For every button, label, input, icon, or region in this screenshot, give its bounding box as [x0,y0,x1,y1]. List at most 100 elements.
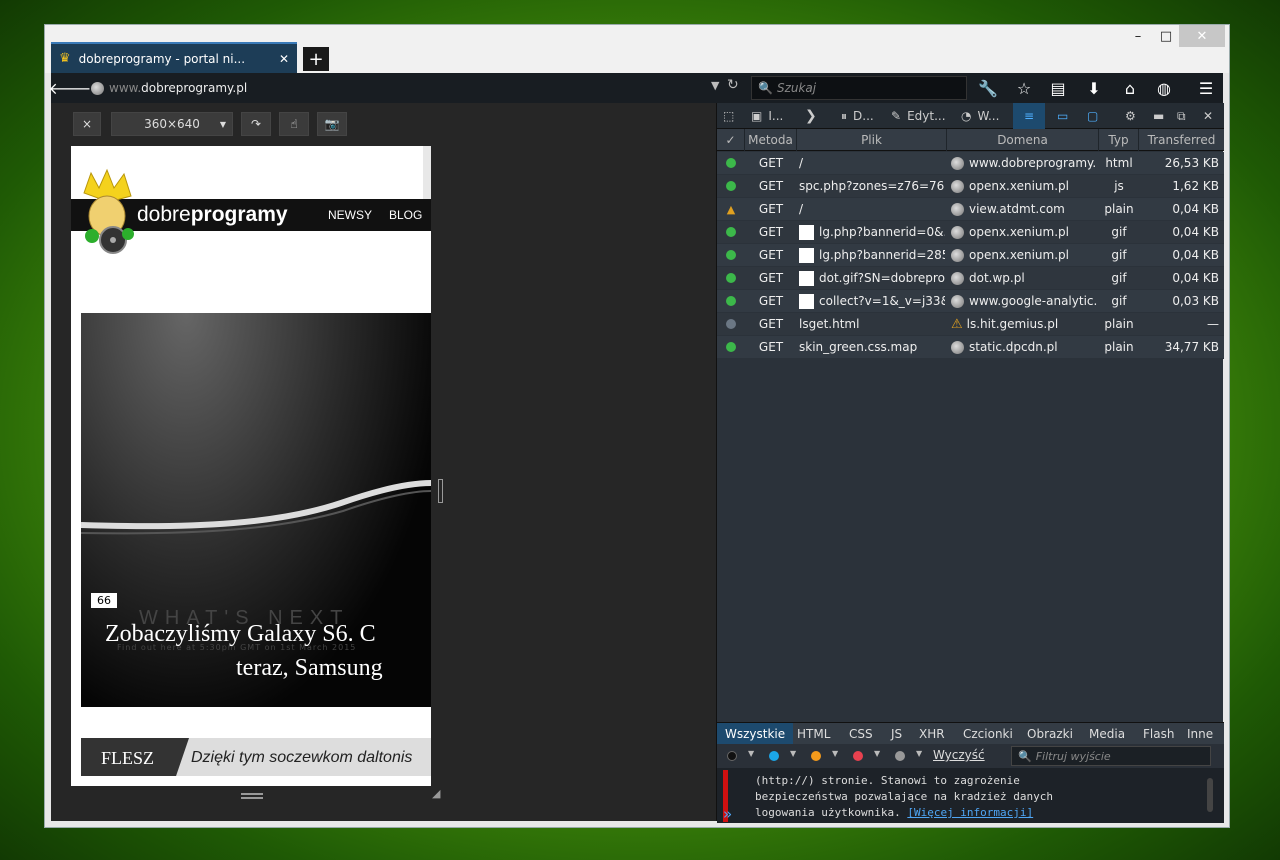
rdm-close-button[interactable]: × [73,112,101,136]
split-console-icon[interactable]: ▭ [1053,103,1072,129]
close-devtools-icon[interactable]: ✕ [1199,103,1217,129]
filter-tab-other[interactable]: Inne [1179,723,1221,745]
touch-icon[interactable]: ☝ [279,112,309,136]
col-status[interactable]: ✓ [717,129,745,151]
rotate-icon[interactable]: ↷ [241,112,271,136]
flesz-bar[interactable]: FLESZ Dzięki tym soczewkom daltonis [81,738,431,776]
filter-tab-all[interactable]: Wszystkie [717,723,794,745]
bookmark-star-icon[interactable]: ☆ [1011,77,1037,99]
col-type[interactable]: Typ [1099,129,1139,151]
filter-output-input[interactable]: 🔍 Filtruj wyjście [1011,746,1211,766]
resize-handle-horizontal[interactable] [241,793,263,799]
chevron-down-icon[interactable]: ▼ [874,749,880,758]
menu-icon[interactable]: ☰ [1193,77,1219,99]
row-file-name: skin_green.css.map [799,340,918,354]
close-window-button[interactable]: ✕ [1179,25,1225,47]
frame-icon[interactable]: ▢ [1083,103,1102,129]
browser-tab[interactable]: ♛ dobreprogramy - portal ni... ✕ [51,42,297,73]
filter-tab-html[interactable]: HTML [789,723,838,745]
image-thumbnail [799,270,814,286]
row-type: gif [1111,248,1127,262]
filter-tab-fonts[interactable]: Czcionki [955,723,1021,745]
filter-tab-xhr[interactable]: XHR [911,723,953,745]
rdm-size-select[interactable]: 360×640 ▼ [111,112,233,136]
row-transferred: 0,03 KB [1172,294,1219,308]
bookmarks-list-icon[interactable]: ▤ [1045,77,1071,99]
tab-close-icon[interactable]: ✕ [279,52,289,66]
domain-globe-icon [951,225,964,239]
network-request-row[interactable]: GET lg.php?bannerid=285... openx.xenium.pl… [717,244,1224,267]
download-icon[interactable]: ⬇ [1081,77,1107,99]
row-status [717,313,745,335]
wrench-icon[interactable]: 🔧 [975,77,1001,99]
headline-line-2[interactable]: teraz, Samsung [236,655,383,682]
tool-performance[interactable]: ◔ W... [957,103,1003,129]
filter-tab-media[interactable]: Media [1081,723,1133,745]
chevron-down-icon[interactable]: ▼ [832,749,838,758]
security-filter-dot-icon[interactable] [853,751,863,761]
network-request-row[interactable]: GET lsget.html ⚠ ls.hit.gemius.pl plain — [717,313,1224,336]
network-icon[interactable]: ≡ [1013,103,1045,129]
network-request-row[interactable]: GET collect?v=1&_v=j33&... www.google-anal… [717,290,1224,313]
vpn-globe-icon[interactable]: ◍ [1151,77,1177,99]
flesz-text[interactable]: Dzięki tym soczewkom daltonis [191,749,412,767]
network-request-row[interactable]: GET skin_green.css.map static.dpcdn.pl plai… [717,336,1224,359]
resize-handle-vertical[interactable] [438,479,443,503]
console-prompt-icon[interactable]: » [723,805,732,823]
site-logo-text[interactable]: dobre programy [137,201,288,229]
dock-bottom-icon[interactable]: ▬ [1149,103,1168,129]
row-domain: ⚠ ls.hit.gemius.pl [951,313,1097,335]
net-filter-dot-icon[interactable] [727,751,737,761]
network-request-row[interactable]: ▲ GET / view.atdmt.com plain 0,04 KB [717,198,1224,221]
network-request-row[interactable]: GET spc.php?zones=z76=76|z... openx.xenium… [717,175,1224,198]
screenshot-icon[interactable]: 📷 [317,112,347,136]
tool-inspector[interactable]: ▣ I... [747,103,787,129]
resize-corner-icon[interactable]: ◢ [432,787,440,800]
clear-console-button[interactable]: Wyczyść [933,748,985,762]
undock-icon[interactable]: ⧉ [1173,103,1190,129]
col-transferred[interactable]: Transferred [1139,129,1224,151]
search-engine-icon: 🔍 [758,81,773,95]
console-line-1: (http://) stronie. Stanowi to zagrożenie [755,774,1020,787]
col-domain[interactable]: Domena [947,129,1099,151]
filter-tab-css[interactable]: CSS [841,723,881,745]
home-icon[interactable]: ⌂ [1117,77,1143,99]
chevron-down-icon[interactable]: ▼ [916,749,922,758]
row-transferred: 26,53 KB [1164,156,1219,170]
hero-image[interactable]: WHAT'S NEXT Find out here at 5:30pm GMT … [81,313,431,707]
more-info-link[interactable]: [Więcej informacji] [907,806,1033,819]
inspect-picker-icon[interactable]: ⬚ [719,103,738,129]
console-scrollbar[interactable] [1207,778,1213,812]
console-icon[interactable]: ❯ [801,103,821,129]
tab-title: dobreprogramy - portal ni... [78,51,246,66]
nav-newsy[interactable]: NEWSY [328,208,372,222]
col-file[interactable]: Plik [797,129,947,151]
col-method[interactable]: Metoda [745,129,797,151]
network-request-row[interactable]: GET dot.gif?SN=dobrepro... dot.wp.pl gif 0,0… [717,267,1224,290]
filter-tab-js[interactable]: JS [883,723,910,745]
network-request-row[interactable]: GET lg.php?bannerid=0&... openx.xenium.pl g… [717,221,1224,244]
filter-tab-flash[interactable]: Flash [1135,723,1182,745]
settings-gear-icon[interactable]: ⚙ [1121,103,1140,129]
chevron-down-icon[interactable]: ▼ [748,749,754,758]
log-filter-dot-icon[interactable] [895,751,905,761]
chevron-down-icon[interactable]: ▼ [790,749,796,758]
filter-tab-images[interactable]: Obrazki [1019,723,1081,745]
nav-blog[interactable]: BLOG [389,208,422,222]
reload-icon[interactable]: ↻ [727,77,739,93]
js-filter-dot-icon[interactable] [811,751,821,761]
row-method: GET [758,179,784,193]
search-input[interactable]: 🔍 Szukaj [751,76,967,100]
network-request-row[interactable]: GET / www.dobreprogramy... html 26,53 KB [717,152,1224,175]
status-dot-icon [726,319,736,329]
comment-count-badge[interactable]: 66 [91,593,117,608]
back-arrow-icon[interactable]: 🡐 [49,77,92,99]
tool-debugger[interactable]: ⏸ D... [837,103,878,129]
url-bar[interactable]: www. dobreprogramy.pl [91,77,691,99]
dropdown-arrow-icon[interactable]: ▼ [711,79,719,92]
new-tab-button[interactable]: + [303,47,329,71]
tool-style-editor[interactable]: ✎ Edyt... [887,103,950,129]
css-filter-dot-icon[interactable] [769,751,779,761]
row-domain-name: www.dobreprogramy... [969,156,1097,170]
headline-line-1[interactable]: Zobaczyliśmy Galaxy S6. C [105,621,376,648]
